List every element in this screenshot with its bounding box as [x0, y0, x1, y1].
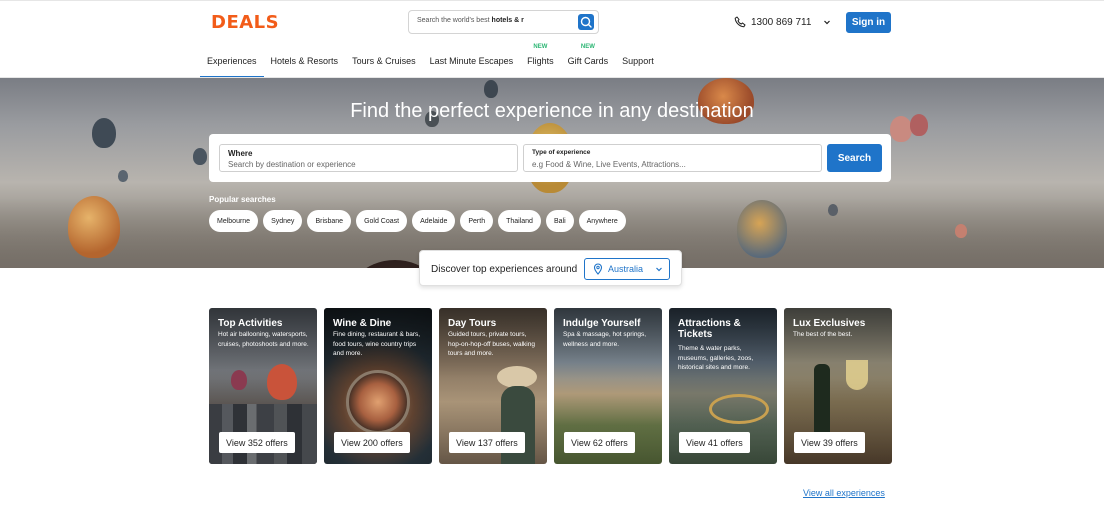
- card-image-traveller: [497, 366, 537, 388]
- card-image-balloon: [267, 364, 297, 400]
- view-offers-button[interactable]: View 41 offers: [679, 432, 750, 453]
- card-title: Wine & Dine: [333, 318, 392, 329]
- discover-location-bar: Discover top experiences around Australi…: [419, 250, 682, 286]
- chip-thailand[interactable]: Thailand: [498, 210, 541, 232]
- card-image-park: [709, 394, 769, 424]
- balloon-image: [118, 170, 128, 182]
- card-title: Lux Exclusives: [793, 318, 866, 329]
- location-select[interactable]: Australia: [584, 258, 670, 280]
- card-image-bottle: [814, 364, 830, 436]
- card-description: Hot air ballooning, watersports, cruises…: [218, 331, 309, 348]
- where-field[interactable]: Where Search by destination or experienc…: [219, 144, 518, 172]
- phone-icon: [734, 16, 746, 28]
- chip-sydney[interactable]: Sydney: [263, 210, 303, 232]
- header-search-term: hotels & r: [491, 17, 524, 24]
- nav-hotels-resorts[interactable]: Hotels & Resorts: [264, 44, 346, 78]
- header-search-placeholder: Search the world's best hotels & r: [417, 17, 524, 24]
- hero-title: Find the perfect experience in any desti…: [350, 100, 754, 122]
- card-title: Top Activities: [218, 318, 283, 329]
- view-offers-button[interactable]: View 200 offers: [334, 432, 410, 453]
- popular-searches-title: Popular searches: [209, 195, 276, 204]
- card-title: Attractions & Tickets: [678, 318, 741, 340]
- balloon-image: [484, 80, 498, 98]
- view-all-experiences-link[interactable]: View all experiences: [803, 488, 885, 498]
- card-description: Fine dining, restaurant & bars, food tou…: [333, 331, 421, 357]
- balloon-image: [828, 204, 838, 216]
- card-image-balloon: [231, 370, 247, 390]
- discover-text: Discover top experiences around: [431, 264, 578, 275]
- chip-anywhere[interactable]: Anywhere: [578, 210, 626, 232]
- location-value: Australia: [608, 264, 644, 274]
- experience-type-label: Type of experience: [532, 149, 591, 156]
- chevron-down-icon: [656, 267, 662, 272]
- card-description: The best of the best.: [793, 331, 853, 338]
- card-indulge-yourself[interactable]: Indulge Yourself Spa & massage, hot spri…: [554, 308, 662, 464]
- chip-adelaide[interactable]: Adelaide: [412, 210, 456, 232]
- view-offers-button[interactable]: View 62 offers: [564, 432, 635, 453]
- sign-in-button[interactable]: Sign in: [846, 12, 891, 33]
- where-placeholder: Search by destination or experience: [228, 160, 356, 169]
- balloon-image: [68, 196, 120, 258]
- new-badge: NEW: [580, 44, 595, 50]
- deals-logo[interactable]: DEALS: [211, 12, 279, 33]
- category-cards: Top Activities Hot air ballooning, water…: [209, 308, 892, 464]
- new-badge: NEW: [533, 44, 548, 50]
- card-day-tours[interactable]: Day Tours Guided tours, private tours, h…: [439, 308, 547, 464]
- nav-gift-cards[interactable]: NEW Gift Cards: [561, 44, 616, 78]
- chevron-down-icon: [824, 20, 831, 25]
- phone-number: 1300 869 711: [751, 16, 812, 28]
- chip-perth[interactable]: Perth: [460, 210, 494, 232]
- experience-search-panel: Where Search by destination or experienc…: [209, 134, 891, 182]
- card-image-plate: [346, 370, 410, 434]
- view-offers-button[interactable]: View 352 offers: [219, 432, 295, 453]
- header-search-box[interactable]: Search the world's best hotels & r: [408, 10, 599, 34]
- chip-bali[interactable]: Bali: [545, 210, 574, 232]
- balloon-image: [193, 148, 207, 165]
- chip-gold-coast[interactable]: Gold Coast: [356, 210, 408, 232]
- card-wine-dine[interactable]: Wine & Dine Fine dining, restaurant & ba…: [324, 308, 432, 464]
- chip-brisbane[interactable]: Brisbane: [307, 210, 352, 232]
- search-icon: [580, 16, 592, 28]
- popular-searches-list: Melbourne Sydney Brisbane Gold Coast Ade…: [209, 210, 626, 232]
- search-button[interactable]: Search: [827, 144, 882, 172]
- card-description: Theme & water parks, museums, galleries,…: [678, 345, 754, 371]
- card-top-activities[interactable]: Top Activities Hot air ballooning, water…: [209, 308, 317, 464]
- nav-last-minute-escapes[interactable]: Last Minute Escapes: [423, 44, 521, 78]
- experience-type-field[interactable]: Type of experience e.g Food & Wine, Live…: [523, 144, 822, 172]
- nav-experiences[interactable]: Experiences: [200, 44, 264, 78]
- phone-contact[interactable]: 1300 869 711: [734, 16, 832, 28]
- nav-tours-cruises[interactable]: Tours & Cruises: [345, 44, 423, 78]
- nav-support[interactable]: Support: [615, 44, 661, 78]
- card-description: Guided tours, private tours, hop-on-hop-…: [448, 331, 535, 357]
- card-lux-exclusives[interactable]: Lux Exclusives The best of the best. Vie…: [784, 308, 892, 464]
- card-title: Indulge Yourself: [563, 318, 641, 329]
- balloon-image: [737, 200, 787, 258]
- view-offers-button[interactable]: View 137 offers: [449, 432, 525, 453]
- card-title: Day Tours: [448, 318, 497, 329]
- view-offers-button[interactable]: View 39 offers: [794, 432, 865, 453]
- experience-type-placeholder: e.g Food & Wine, Live Events, Attraction…: [532, 160, 686, 169]
- nav-flights[interactable]: NEW Flights: [520, 44, 561, 78]
- balloon-image: [955, 224, 967, 238]
- card-attractions-tickets[interactable]: Attractions & Tickets Theme & water park…: [669, 308, 777, 464]
- chip-melbourne[interactable]: Melbourne: [209, 210, 259, 232]
- main-nav: Experiences Hotels & Resorts Tours & Cru…: [200, 44, 661, 78]
- top-border: [0, 0, 1104, 1]
- location-pin-icon: [593, 263, 603, 275]
- header-search-button[interactable]: [578, 14, 594, 30]
- card-description: Spa & massage, hot springs, wellness and…: [563, 331, 647, 348]
- card-image-glass: [846, 360, 868, 390]
- where-label: Where: [228, 149, 253, 158]
